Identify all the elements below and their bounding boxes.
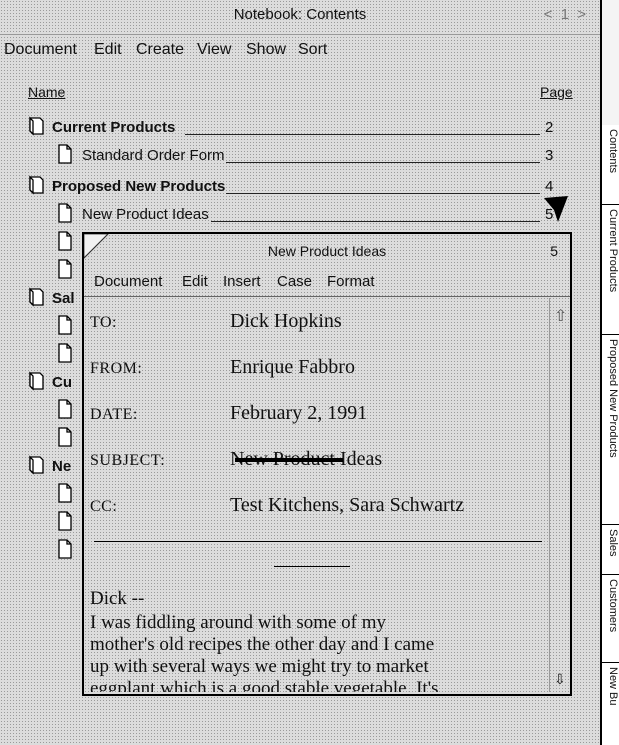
menu-show[interactable]: Show — [246, 41, 286, 59]
list-item-label: Standard Order Form — [82, 147, 225, 164]
list-item-label: Ne — [52, 458, 72, 475]
window-title: Notebook: Contents — [233, 6, 367, 23]
leader-line — [184, 134, 540, 135]
page-icon — [56, 144, 74, 169]
page-icon — [56, 315, 74, 340]
leader-line — [211, 221, 540, 222]
list-item-label: Proposed New Products — [52, 178, 226, 195]
memo-greeting: Dick -- — [90, 588, 145, 609]
memo-resize-handle[interactable] — [235, 458, 343, 462]
field-label-subject: SUBJECT: — [90, 452, 166, 469]
field-label-cc: CC: — [90, 498, 118, 515]
list-item[interactable]: Proposed New Products 4 — [0, 173, 600, 201]
page-icon — [56, 511, 74, 536]
memo-text-line: I was fiddling around with some of my — [90, 612, 387, 633]
field-label-date: DATE: — [90, 406, 138, 423]
tab-current-products[interactable]: Current Products — [602, 205, 619, 335]
column-page-header[interactable]: Page — [540, 84, 573, 100]
memo-text: I was fiddling around with some of my mo… — [90, 612, 542, 692]
list-item-label: Cu — [52, 374, 72, 391]
notebook-icon — [26, 116, 46, 141]
memo-text-line: up with several ways we might try to mar… — [90, 656, 429, 677]
memo-text-line: mother's old recipes the other day and I… — [90, 634, 435, 655]
notebook-icon — [26, 455, 46, 480]
page-icon — [56, 203, 74, 228]
list-header: Name Page — [0, 84, 600, 106]
field-value-date[interactable]: February 2, 1991 — [230, 402, 367, 425]
list-item[interactable]: Standard Order Form 3 — [0, 142, 600, 170]
list-item-label: Sal — [52, 290, 75, 307]
notebook-icon — [26, 371, 46, 396]
memo-page-number: 5 — [550, 243, 558, 259]
memo-window: New Product Ideas 5 Document Edit Insert… — [82, 232, 572, 696]
tab-new-bu[interactable]: New Bu — [602, 663, 619, 745]
field-value-cc[interactable]: Test Kitchens, Sara Schwartz — [230, 494, 464, 517]
tab-customers[interactable]: Customers — [602, 575, 619, 663]
memo-menu-insert[interactable]: Insert — [223, 273, 261, 290]
menu-bar: Document Edit Create View Show Sort — [0, 34, 600, 66]
list-item[interactable]: New Product Ideas 5 — [0, 201, 600, 229]
memo-body[interactable]: TO: Dick Hopkins FROM: Enrique Fabbro DA… — [84, 298, 550, 692]
memo-menu-edit[interactable]: Edit — [182, 273, 208, 290]
page-turn-icon[interactable] — [540, 196, 570, 226]
menu-document[interactable]: Document — [4, 41, 77, 59]
menu-sort[interactable]: Sort — [298, 41, 327, 59]
memo-menu-bar: Document Edit Insert Case Format — [84, 268, 570, 297]
memo-menu-document[interactable]: Document — [94, 273, 162, 290]
separator-line — [94, 541, 542, 542]
tab-sales[interactable]: Sales — [602, 525, 619, 575]
tab-contents[interactable]: Contents — [602, 125, 619, 205]
memo-title: New Product Ideas — [267, 243, 387, 259]
title-bar: Notebook: Contents < 1 > — [0, 0, 600, 35]
memo-scrollbar[interactable]: ⇧ ⇩ — [549, 298, 570, 692]
separator-short-line — [274, 566, 350, 567]
scroll-up-icon[interactable]: ⇧ — [554, 306, 567, 326]
list-item-page: 4 — [545, 178, 554, 195]
memo-menu-format[interactable]: Format — [327, 273, 375, 290]
menu-view[interactable]: View — [197, 41, 231, 59]
field-value-to[interactable]: Dick Hopkins — [230, 310, 342, 333]
page-icon — [56, 483, 74, 508]
menu-edit[interactable]: Edit — [94, 41, 122, 59]
notebook-window: Notebook: Contents < 1 > Document Edit C… — [0, 0, 600, 745]
page-icon — [56, 259, 74, 284]
memo-menu-case[interactable]: Case — [277, 273, 312, 290]
notebook-icon — [26, 287, 46, 312]
page-icon — [56, 231, 74, 256]
page-icon — [56, 539, 74, 564]
memo-text-line: eggplant which is a good stable vegetabl… — [90, 678, 439, 692]
list-item[interactable]: Current Products 2 — [0, 114, 600, 142]
list-item-label: Current Products — [52, 119, 176, 136]
leader-line — [226, 162, 540, 163]
list-item-label: New Product Ideas — [82, 206, 209, 223]
scroll-down-icon[interactable]: ⇩ — [554, 671, 566, 688]
field-label-from: FROM: — [90, 360, 143, 377]
field-value-from[interactable]: Enrique Fabbro — [230, 356, 355, 379]
page-navigator[interactable]: < 1 > — [544, 6, 588, 23]
section-tabs: Contents Current Products Proposed New P… — [600, 0, 619, 745]
menu-create[interactable]: Create — [136, 41, 184, 59]
memo-title-bar: New Product Ideas 5 — [84, 234, 570, 266]
list-item-page: 2 — [545, 119, 554, 136]
leader-line — [226, 193, 540, 194]
notebook-icon — [26, 175, 46, 200]
page-icon — [56, 399, 74, 424]
column-name-header[interactable]: Name — [28, 84, 65, 100]
page-icon — [56, 427, 74, 452]
page-icon — [56, 343, 74, 368]
tab-proposed-new-products[interactable]: Proposed New Products — [602, 335, 619, 525]
field-label-to: TO: — [90, 314, 117, 331]
list-item-page: 3 — [545, 147, 554, 164]
